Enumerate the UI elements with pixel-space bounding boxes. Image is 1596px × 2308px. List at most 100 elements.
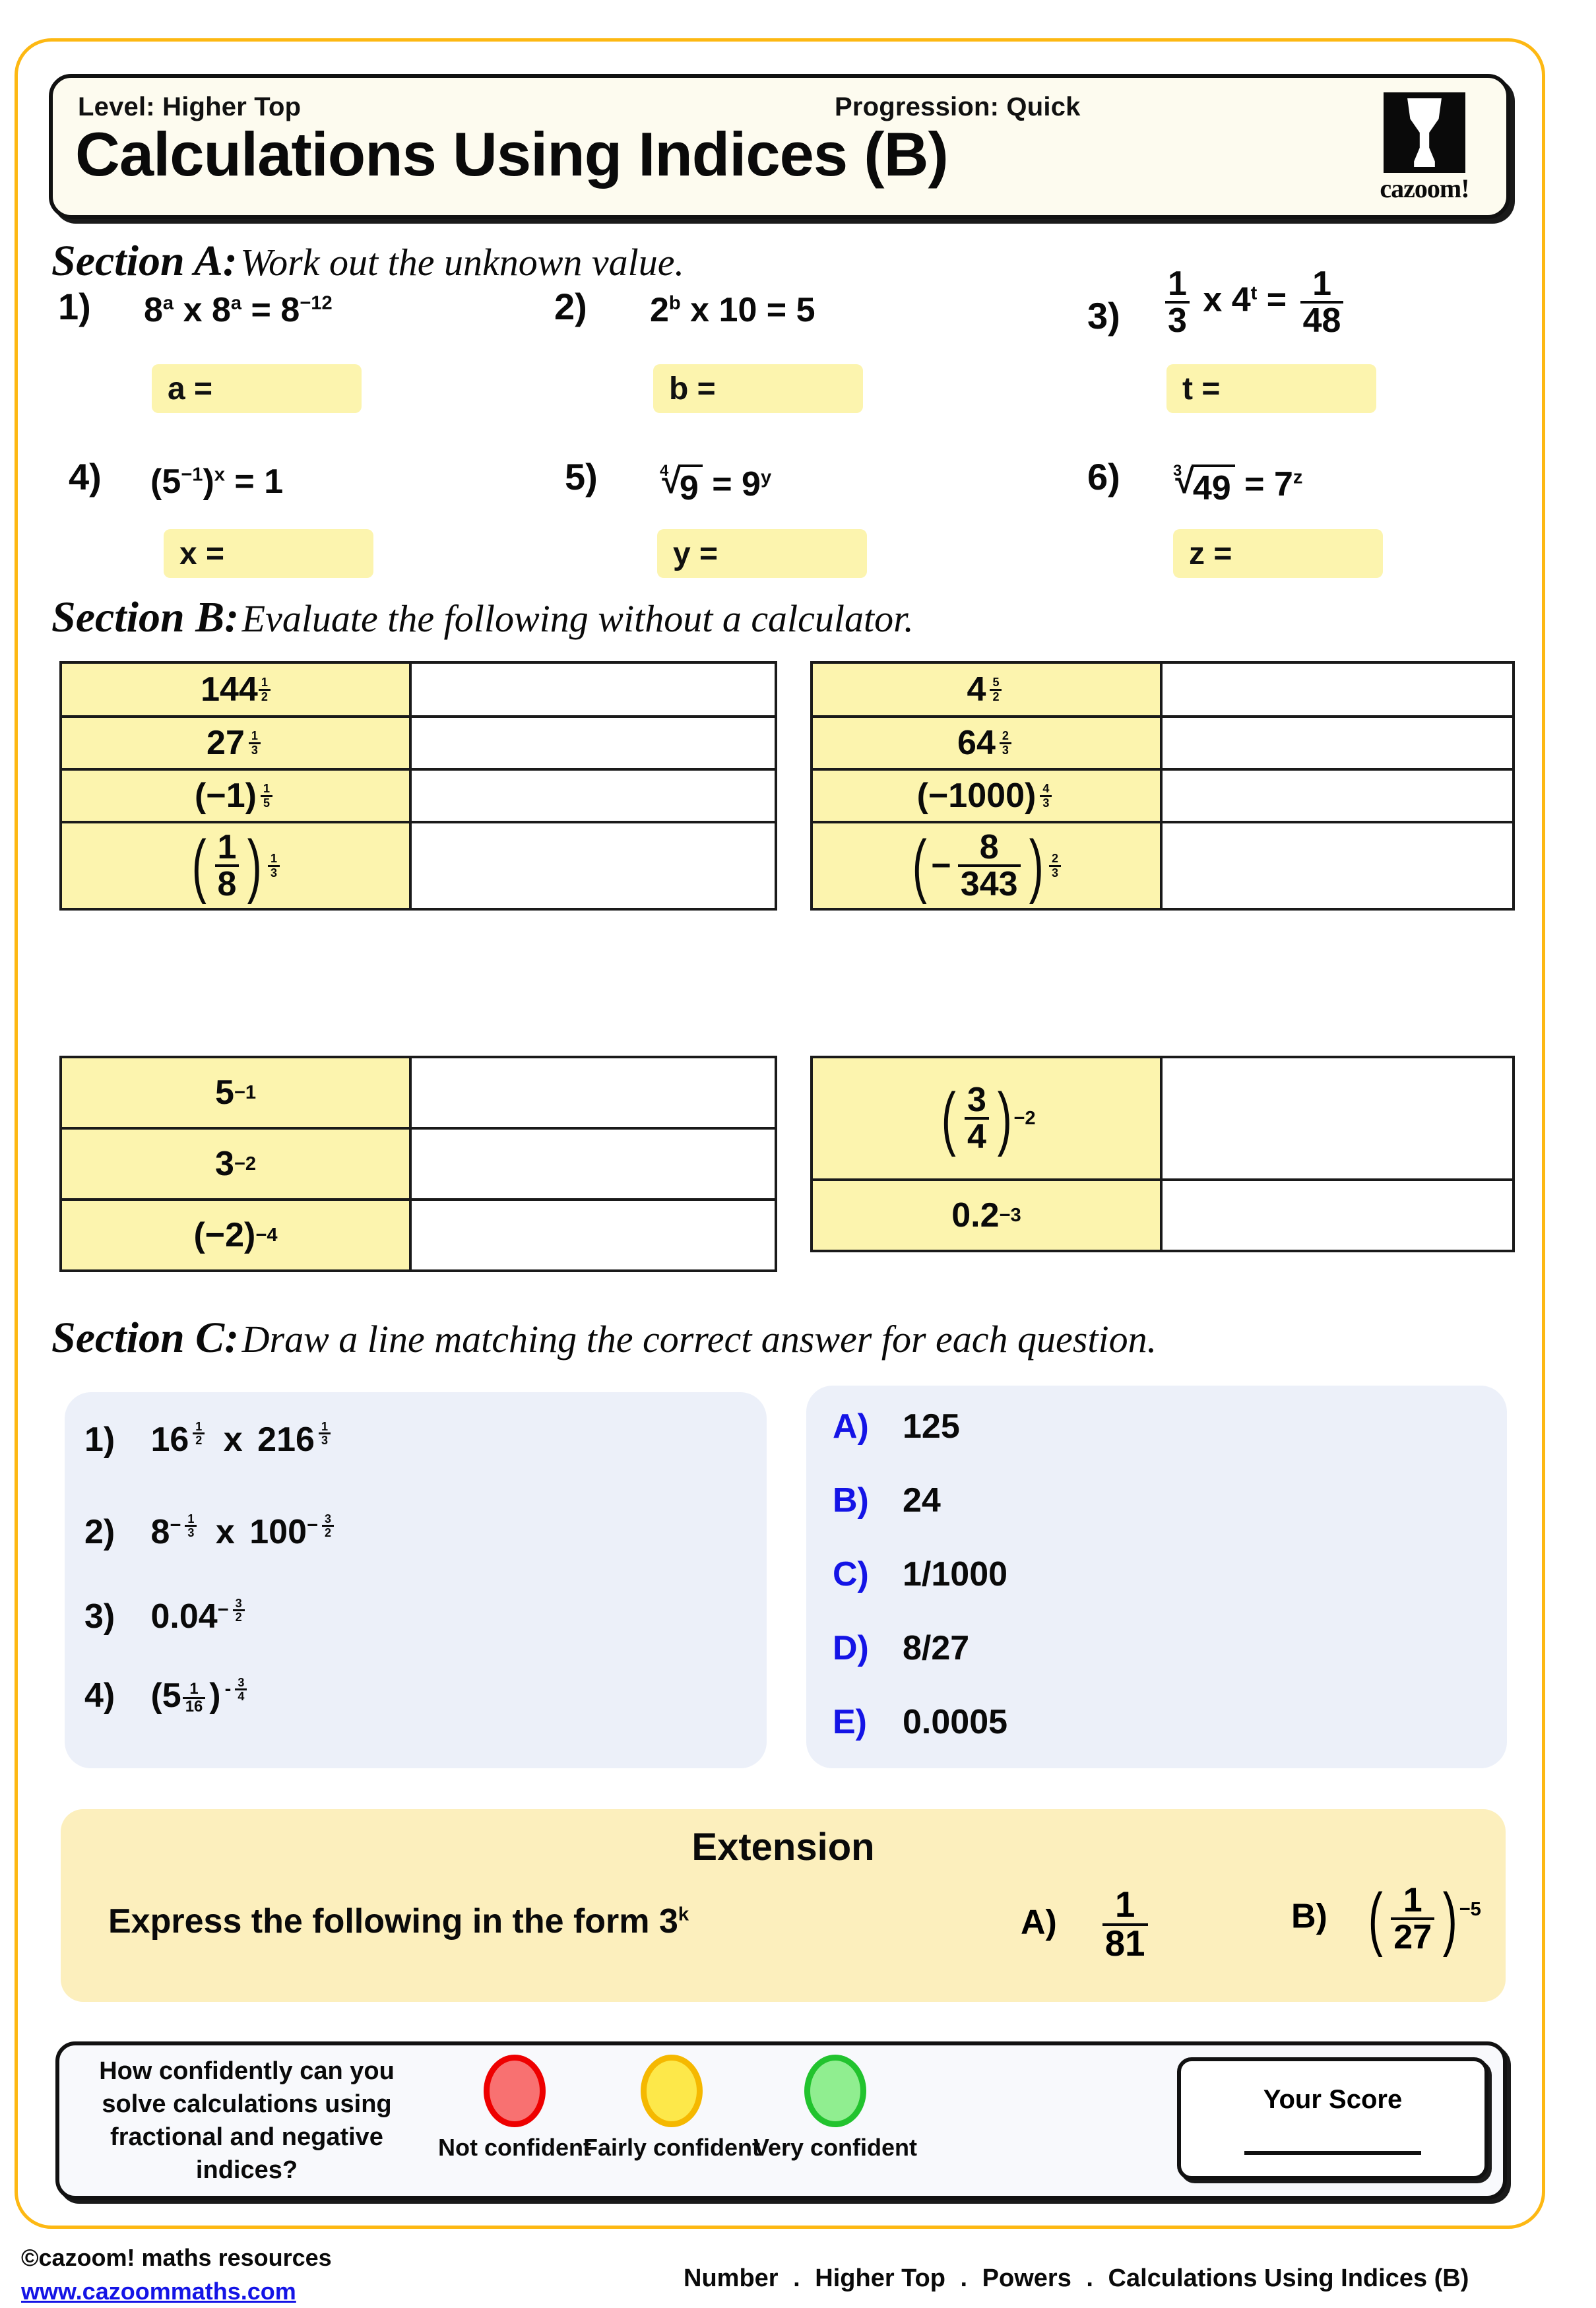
section-a-heading: Section A: Work out the unknown value.: [51, 236, 684, 286]
qa-expression-1: 8a x 8a = 8−12: [144, 291, 333, 329]
c-question-4-num: 4): [84, 1677, 115, 1715]
c-question-2[interactable]: 2) 8− 1 3 x 100− 3 2: [84, 1512, 338, 1552]
footer-breadcrumb: Number . Higher Top . Powers . Calculati…: [680, 2264, 1473, 2293]
b-question-cell: 0.2 −3: [813, 1181, 1163, 1250]
section-b-table-1: 144 1 2 27 1 3 (−1) 1 5 (1 8) 1 3: [59, 661, 777, 911]
b-answer-cell[interactable]: [412, 1058, 775, 1127]
b-question-cell: 64 2 3: [813, 718, 1163, 768]
b-answer-cell[interactable]: [1163, 1181, 1512, 1250]
confidence-bar: How confidently can you solve calculatio…: [55, 2041, 1507, 2200]
c-question-1-num: 1): [84, 1421, 115, 1459]
b-answer-cell[interactable]: [412, 1201, 775, 1269]
c-answer-c-value: 1/1000: [903, 1555, 1008, 1593]
breadcrumb-sep-1: .: [793, 2264, 800, 2292]
red-circle-icon[interactable]: [484, 2055, 546, 2127]
footer-url-link[interactable]: www.cazoommaths.com: [21, 2274, 332, 2308]
b-question-cell: 5 −1: [62, 1058, 412, 1127]
c-answer-a[interactable]: A) 125: [833, 1407, 960, 1446]
c-answer-c[interactable]: C) 1/1000: [833, 1555, 1007, 1594]
breadcrumb-sep-2: .: [960, 2264, 968, 2292]
table-row: (3 4) −2: [813, 1058, 1512, 1181]
breadcrumb-sep-3: .: [1086, 2264, 1093, 2292]
c-answer-a-value: 125: [903, 1407, 960, 1446]
qa-expression-5: 4 √ 9 = 9y: [660, 462, 772, 508]
extension-item-b: B) (1 27) −5: [1291, 1878, 1481, 1958]
c-answer-e[interactable]: E) 0.0005: [833, 1702, 1007, 1742]
table-row: 452: [813, 664, 1512, 718]
c-question-3-num: 3): [84, 1597, 115, 1636]
section-b-table-4: (3 4) −2 0.2 −3: [810, 1056, 1515, 1252]
table-row: 0.2 −3: [813, 1181, 1512, 1250]
extension-box: Extension Express the following in the f…: [61, 1809, 1506, 2002]
table-row: 144 1 2: [62, 664, 775, 718]
c-question-1[interactable]: 1) 16 1 2 x 216 1 3: [84, 1420, 335, 1459]
green-circle-icon[interactable]: [804, 2055, 866, 2127]
qa-expression-4: (5−1)x = 1: [150, 463, 284, 501]
table-row: 5 −1: [62, 1058, 775, 1130]
b-answer-cell[interactable]: [412, 664, 775, 715]
c-answer-c-letter: C): [833, 1555, 869, 1593]
b-answer-cell[interactable]: [1163, 823, 1512, 908]
answer-label-y: y =: [673, 536, 718, 571]
answer-box-t[interactable]: t =: [1166, 364, 1376, 413]
answer-box-z[interactable]: z =: [1173, 529, 1383, 578]
c-answer-d[interactable]: D) 8/27: [833, 1628, 969, 1668]
footer-left: ©cazoom! maths resources www.cazoommaths…: [21, 2241, 332, 2308]
qa-number-5: 5): [565, 456, 598, 497]
b-question-cell: 144 1 2: [62, 664, 412, 715]
breadcrumb-item-4: Calculations Using Indices (B): [1108, 2264, 1469, 2292]
score-write-line[interactable]: [1244, 2151, 1421, 2155]
b-answer-cell[interactable]: [1163, 1058, 1512, 1178]
qa-number-6: 6): [1087, 456, 1120, 497]
section-c-instruction: Draw a line matching the correct answer …: [241, 1318, 1157, 1361]
b-answer-cell[interactable]: [412, 771, 775, 821]
extension-item-a: A) 1 81: [1021, 1886, 1152, 1962]
level-label: Level: Higher Top: [78, 92, 302, 121]
c-answer-b[interactable]: B) 24: [833, 1481, 941, 1520]
footer-copyright: ©cazoom! maths resources: [21, 2244, 332, 2271]
qa-expression-3: 13 x 4t = 1 48: [1161, 267, 1347, 338]
section-c-label: Section C:: [51, 1314, 239, 1362]
b-answer-cell[interactable]: [412, 718, 775, 768]
b-question-cell: (3 4) −2: [813, 1058, 1163, 1178]
table-row: (−2) −4: [62, 1201, 775, 1269]
b-answer-cell[interactable]: [412, 1130, 775, 1198]
answer-box-y[interactable]: y =: [657, 529, 867, 578]
your-score-box[interactable]: Your Score: [1177, 2057, 1488, 2180]
answer-box-x[interactable]: x =: [164, 529, 373, 578]
confidence-option-very[interactable]: Very confident: [736, 2055, 934, 2162]
c-answer-d-letter: D): [833, 1629, 869, 1667]
confidence-label-very: Very confident: [753, 2134, 918, 2161]
qa-number-2: 2): [554, 286, 587, 327]
c-question-2-num: 2): [84, 1513, 115, 1551]
b-answer-cell[interactable]: [1163, 664, 1512, 715]
c-question-4[interactable]: 4) (5 1 16) -3 4: [84, 1676, 251, 1715]
qa-expression-2: 2b x 10 = 5: [650, 291, 815, 329]
b-question-cell: (−2) −4: [62, 1201, 412, 1269]
answer-label-z: z =: [1189, 536, 1232, 571]
table-row: (−1000) 4 3: [813, 771, 1512, 823]
answer-box-b[interactable]: b =: [653, 364, 863, 413]
table-row: 27 1 3: [62, 718, 775, 771]
table-row: (−1) 1 5: [62, 771, 775, 823]
b-question-cell: 452: [813, 664, 1163, 715]
answer-box-a[interactable]: a =: [152, 364, 362, 413]
page-title: Calculations Using Indices (B): [75, 119, 949, 189]
extension-item-b-letter: B): [1291, 1897, 1327, 1936]
header-card: Level: Higher Top Progression: Quick Cal…: [49, 74, 1510, 219]
b-answer-cell[interactable]: [1163, 771, 1512, 821]
logo-wordmark: cazoom!: [1380, 174, 1469, 203]
b-answer-cell[interactable]: [412, 823, 775, 908]
answer-label-a: a =: [168, 371, 213, 406]
yellow-circle-icon[interactable]: [641, 2055, 703, 2127]
c-question-3[interactable]: 3) 0.04− 3 2: [84, 1597, 249, 1636]
section-a-instruction: Work out the unknown value.: [240, 241, 684, 284]
breadcrumb-item-1: Number: [684, 2264, 779, 2292]
breadcrumb-item-2: Higher Top: [815, 2264, 945, 2292]
b-answer-cell[interactable]: [1163, 718, 1512, 768]
answer-label-b: b =: [669, 371, 716, 406]
table-row: 3 −2: [62, 1130, 775, 1201]
extension-item-a-letter: A): [1021, 1903, 1057, 1942]
b-question-cell: (−1) 1 5: [62, 771, 412, 821]
b-question-cell: (−1000) 4 3: [813, 771, 1163, 821]
